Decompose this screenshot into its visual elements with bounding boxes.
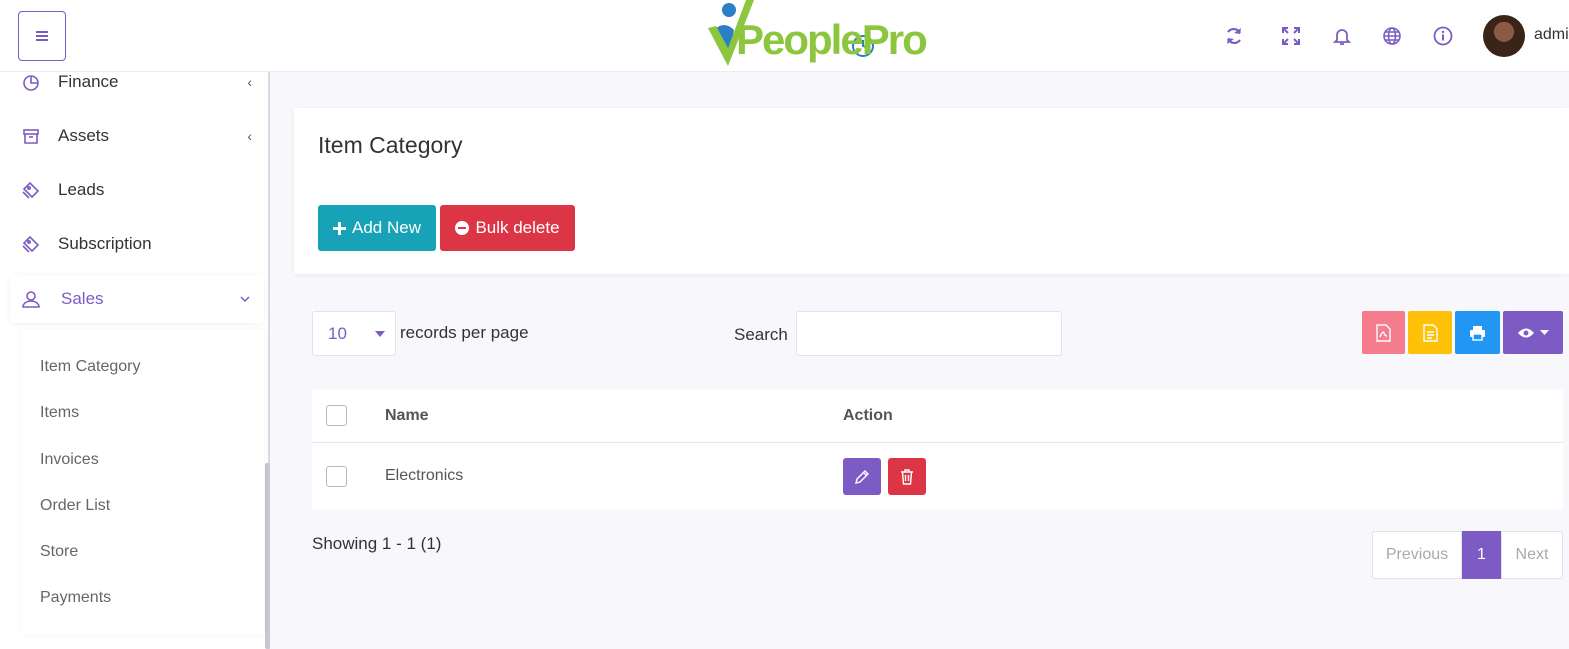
- info-button[interactable]: [1431, 24, 1455, 48]
- pdf-icon: [1376, 323, 1391, 342]
- info-icon: [1433, 26, 1453, 46]
- refresh-button[interactable]: [1222, 24, 1246, 48]
- fullscreen-button[interactable]: [1279, 24, 1303, 48]
- add-new-label: Add New: [352, 218, 421, 237]
- bell-icon: [1332, 29, 1352, 45]
- select-all-checkbox[interactable]: [326, 405, 347, 426]
- sales-submenu: Item Category Items Invoices Order List …: [22, 330, 264, 634]
- pagination: Previous 1 Next: [1372, 531, 1563, 579]
- table-info: Showing 1 - 1 (1): [312, 534, 442, 553]
- add-new-button[interactable]: Add New: [318, 205, 436, 251]
- page-header-card: Item Category Add New Bulk delete: [294, 108, 1569, 274]
- tag-icon: [22, 181, 40, 199]
- submenu-item-payments[interactable]: Payments: [40, 589, 111, 607]
- records-per-page-label: records per page: [400, 323, 529, 342]
- refresh-icon: [1227, 27, 1241, 45]
- previous-page-button[interactable]: Previous: [1372, 531, 1462, 579]
- bulk-delete-label: Bulk delete: [475, 218, 560, 237]
- sidebar-item-sales[interactable]: Sales: [10, 275, 264, 323]
- sidebar-item-label: Leads: [58, 180, 105, 199]
- fullscreen-icon: [1282, 27, 1300, 45]
- sidebar-item-label: Sales: [61, 289, 104, 308]
- user-icon: [22, 291, 40, 308]
- pie-chart-icon: [23, 75, 39, 91]
- plus-icon: [333, 221, 346, 235]
- chevron-left-icon: ‹: [247, 128, 252, 144]
- column-header-name[interactable]: Name: [385, 407, 429, 425]
- submenu-item-order-list[interactable]: Order List: [40, 497, 110, 515]
- archive-icon: [23, 129, 39, 144]
- records-per-page-select[interactable]: 10: [312, 311, 396, 356]
- sidebar-item-finance[interactable]: Finance ‹: [10, 58, 264, 106]
- print-icon: [1470, 325, 1485, 341]
- chevron-down-icon: [240, 296, 250, 303]
- delete-button[interactable]: [888, 458, 926, 495]
- column-visibility-button[interactable]: [1503, 311, 1563, 354]
- globe-icon: [1383, 27, 1401, 45]
- table-header: Name Action: [312, 389, 1563, 443]
- trash-icon: [901, 468, 913, 485]
- eye-icon: [1518, 328, 1534, 337]
- chevron-left-icon: ‹: [247, 74, 252, 90]
- submenu-item-store[interactable]: Store: [40, 543, 78, 561]
- tag-icon: [22, 235, 40, 253]
- sidebar-item-label: Finance: [58, 72, 119, 91]
- notifications-button[interactable]: [1330, 24, 1354, 48]
- hamburger-icon: [36, 31, 48, 41]
- caret-down-icon: [1540, 329, 1549, 335]
- export-pdf-button[interactable]: [1362, 311, 1405, 354]
- sidebar-item-label: Subscription: [58, 234, 152, 253]
- logo-text: PeoplePro: [736, 16, 928, 63]
- submenu-item-item-category[interactable]: Item Category: [40, 358, 140, 376]
- csv-icon: [1422, 323, 1438, 342]
- caret-down-icon: [375, 331, 385, 337]
- submenu-item-invoices[interactable]: Invoices: [40, 451, 99, 469]
- hamburger-menu-button[interactable]: [18, 11, 66, 61]
- language-button[interactable]: [1380, 24, 1404, 48]
- minus-circle-icon: [455, 221, 470, 235]
- page-button-current[interactable]: 1: [1462, 531, 1501, 579]
- sidebar-item-label: Assets: [58, 126, 110, 145]
- page-title: Item Category: [318, 132, 463, 158]
- records-per-page-value: 10: [328, 324, 347, 343]
- search-input[interactable]: [796, 311, 1062, 356]
- sidebar-scrollbar[interactable]: [265, 463, 270, 649]
- row-checkbox[interactable]: [326, 466, 347, 487]
- search-label: Search: [734, 325, 788, 344]
- submenu-item-items[interactable]: Items: [40, 404, 79, 422]
- bulk-delete-button[interactable]: Bulk delete: [440, 205, 575, 251]
- username[interactable]: admi: [1534, 26, 1569, 44]
- item-category-table: Name Action Electronics: [312, 389, 1563, 509]
- export-csv-button[interactable]: [1408, 311, 1452, 354]
- next-page-button[interactable]: Next: [1501, 531, 1563, 579]
- sidebar-item-subscription[interactable]: Subscription: [10, 220, 264, 268]
- pencil-icon: [855, 469, 869, 484]
- row-name-cell: Electronics: [385, 467, 464, 484]
- print-button[interactable]: [1455, 311, 1500, 354]
- sidebar-item-leads[interactable]: Leads: [10, 166, 264, 214]
- avatar[interactable]: [1483, 15, 1525, 57]
- edit-button[interactable]: [843, 458, 881, 495]
- sidebar-item-assets[interactable]: Assets ‹: [10, 112, 264, 160]
- column-header-action: Action: [843, 407, 893, 424]
